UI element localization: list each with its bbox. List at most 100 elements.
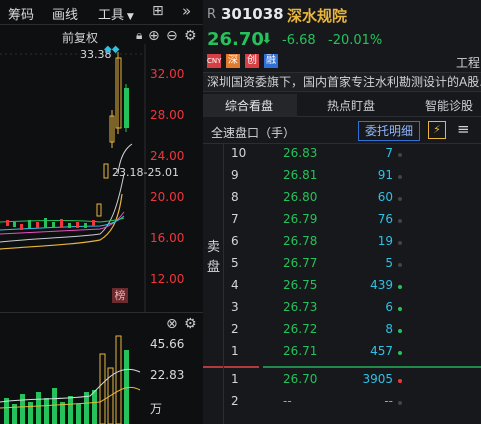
- y-tick-12: 12.00: [150, 272, 185, 286]
- volume-bar: [52, 388, 57, 424]
- ask-row-4[interactable]: 4 26.75 439: [203, 278, 481, 298]
- zoom-in-icon[interactable]: ⊕: [148, 28, 160, 44]
- volume-bar-up: [115, 335, 122, 424]
- ask-row-5[interactable]: 5 26.77 5: [203, 256, 481, 276]
- ask-row-10[interactable]: 10 26.83 7: [203, 146, 481, 166]
- market-prefix: R: [207, 7, 217, 22]
- chips-button[interactable]: 筹码: [8, 4, 34, 23]
- ask-level: 3: [231, 300, 239, 314]
- board-tag-chuang: 创: [245, 54, 259, 68]
- spread-divider-red: [203, 366, 259, 368]
- ask-level: 7: [231, 212, 239, 226]
- ask-price: 26.72: [283, 322, 318, 336]
- y-tick-28: 28.00: [150, 108, 185, 122]
- ma-line-white: [0, 173, 125, 243]
- ask-volume: 19: [377, 234, 393, 248]
- ask-volume: 8: [385, 322, 393, 336]
- margin-tag-rong: 融: [264, 54, 278, 68]
- candle: [84, 223, 87, 228]
- tab-overview[interactable]: 综合看盘: [225, 97, 273, 114]
- ask-price: 26.81: [283, 168, 318, 182]
- volume-bar: [36, 392, 41, 424]
- kline-panel[interactable]: 筹码 画线 工具 ▼ ⊞ » 前复权 🔒︎ ⊕ ⊖ ⚙ 33.38 ◆◆ 23.…: [0, 0, 203, 424]
- ask-volume: 439: [370, 278, 393, 292]
- tab-smart-diagnosis[interactable]: 智能诊股: [425, 97, 473, 114]
- ask-price: 26.75: [283, 278, 318, 292]
- volume-bar: [60, 402, 65, 424]
- limit-up-marker-icon: ◆◆: [104, 44, 120, 55]
- ask-dot: [398, 197, 402, 201]
- panel-tabs: 综合看盘 热点盯盘 智能诊股: [203, 94, 481, 117]
- bid-row-2[interactable]: 2 -- --: [203, 394, 481, 414]
- candle: [68, 223, 71, 228]
- price-change-pct: -20.01%: [328, 33, 383, 48]
- ask-row-7[interactable]: 7 26.79 76: [203, 212, 481, 232]
- flash-icon[interactable]: ⚡: [428, 121, 446, 139]
- ask-volume: 7: [385, 146, 393, 160]
- bid-volume: --: [384, 394, 393, 408]
- volume-chart[interactable]: [0, 332, 145, 424]
- ask-volume: 60: [377, 190, 393, 204]
- ask-level: 4: [231, 278, 239, 292]
- ask-level: 1: [231, 344, 239, 358]
- volume-bar: [20, 394, 25, 424]
- y-tick-32: 32.00: [150, 67, 185, 81]
- company-description: 深圳国资委旗下，国内首家专注水利勘测设计的A股...: [203, 72, 481, 92]
- settings-gear-icon[interactable]: ⚙: [184, 28, 197, 44]
- candle: [28, 220, 31, 228]
- menu-icon[interactable]: ≡: [457, 120, 470, 138]
- bid-price: --: [283, 394, 292, 408]
- candle: [36, 222, 39, 228]
- ask-row-9[interactable]: 9 26.81 91: [203, 168, 481, 188]
- ask-row-6[interactable]: 6 26.78 19: [203, 234, 481, 254]
- ask-row-2[interactable]: 2 26.72 8: [203, 322, 481, 342]
- candle: [52, 222, 55, 228]
- tools-menu[interactable]: 工具 ▼: [98, 4, 134, 23]
- order-detail-button[interactable]: 委托明细: [358, 121, 420, 141]
- price-change: -6.68: [282, 33, 316, 48]
- spread-divider-green: [263, 366, 481, 368]
- tab-hot-watch[interactable]: 热点盯盘: [327, 97, 375, 114]
- stock-name[interactable]: 深水规院: [287, 5, 347, 26]
- ask-dot: [398, 219, 402, 223]
- ask-volume: 457: [370, 344, 393, 358]
- volume-bar-up: [99, 353, 106, 424]
- ask-row-8[interactable]: 8 26.80 60: [203, 190, 481, 210]
- candle: [103, 163, 109, 179]
- y-tick-20: 20.00: [150, 190, 185, 204]
- ask-level: 10: [231, 146, 247, 160]
- industry-tag-cut[interactable]: 工程: [456, 54, 480, 71]
- volume-settings-gear-icon[interactable]: ⚙: [184, 316, 197, 332]
- ask-dot-active: [398, 307, 402, 311]
- candle: [20, 224, 23, 230]
- lock-icon[interactable]: 🔒︎: [136, 28, 142, 43]
- draw-lines-button[interactable]: 画线: [52, 4, 78, 23]
- panel-divider: [0, 312, 203, 313]
- candles-small: [6, 218, 95, 230]
- candle: [6, 220, 9, 226]
- orderbook-title: 全速盘口（手）: [211, 126, 296, 140]
- range-label: 23.18-25.01: [112, 166, 179, 179]
- volume-tick-mid: 22.83: [150, 368, 185, 382]
- y-tick-16: 16.00: [150, 231, 185, 245]
- ask-row-1[interactable]: 1 26.71 457: [203, 344, 481, 364]
- rank-badge[interactable]: 榜: [112, 288, 128, 303]
- collapse-double-chevron-icon[interactable]: »: [182, 2, 191, 20]
- zoom-out-icon[interactable]: ⊖: [166, 28, 178, 44]
- down-arrow-icon: ⬇: [261, 31, 273, 47]
- bid-dot-active: [398, 379, 402, 383]
- ask-level: 8: [231, 190, 239, 204]
- grid-icon[interactable]: ⊞: [152, 3, 164, 19]
- company-description-text: 深圳国资委旗下，国内首家专注水利勘测设计的A股...: [207, 75, 481, 89]
- volume-bar: [44, 398, 49, 424]
- ask-price: 26.73: [283, 300, 318, 314]
- bid-row-1[interactable]: 1 26.70 3905: [203, 372, 481, 392]
- candle: [92, 220, 95, 226]
- ask-price: 26.80: [283, 190, 318, 204]
- ask-price: 26.77: [283, 256, 318, 270]
- ask-row-3[interactable]: 3 26.73 6: [203, 300, 481, 320]
- bid-dot: [398, 401, 402, 405]
- ask-price: 26.71: [283, 344, 318, 358]
- tools-label: 工具: [98, 8, 125, 23]
- close-circle-icon[interactable]: ⊗: [166, 316, 178, 332]
